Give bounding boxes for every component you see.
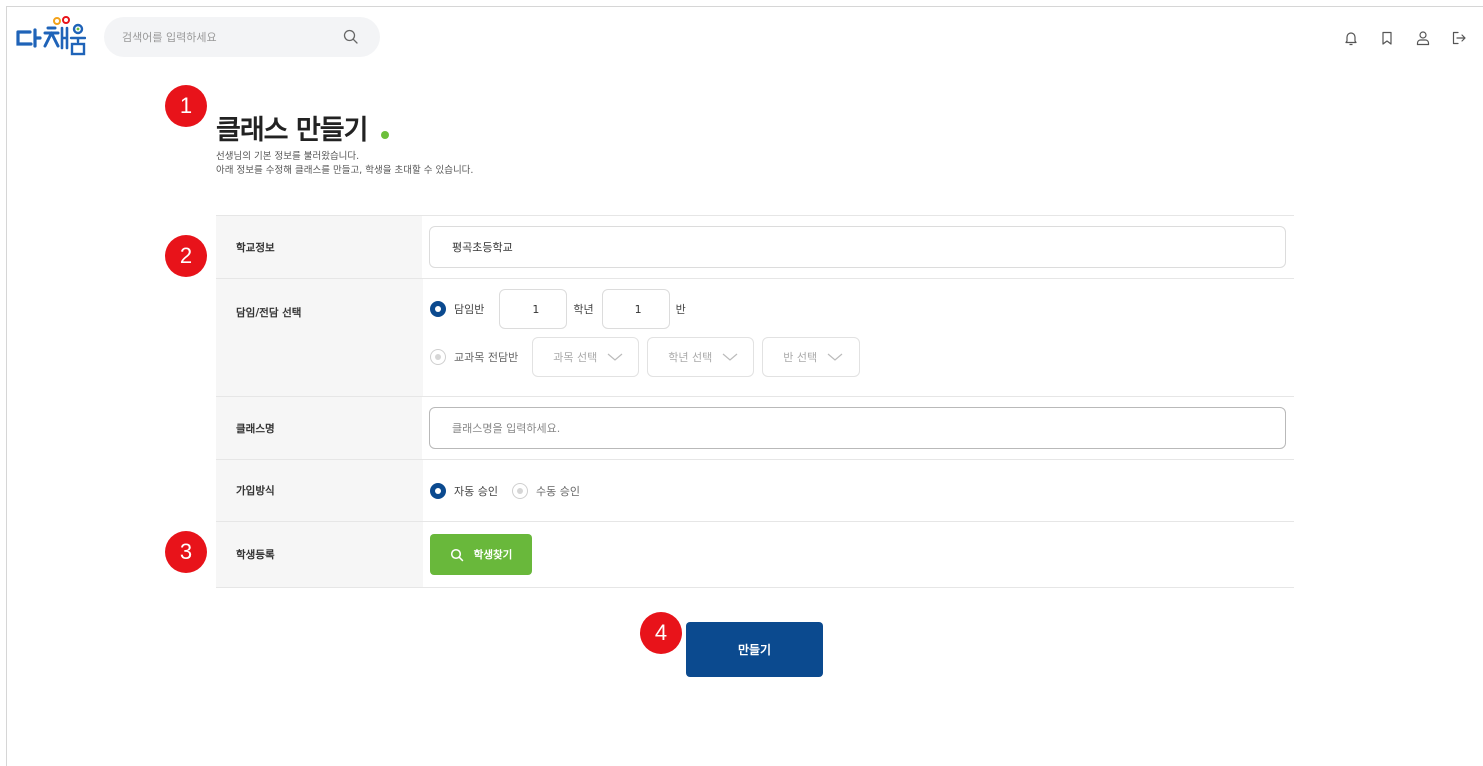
header-actions (1333, 28, 1477, 48)
school-label: 학교정보 (216, 216, 422, 278)
title-dot (381, 131, 389, 139)
class-name-input[interactable] (429, 407, 1286, 449)
join-method-body: 자동 승인 수동 승인 (423, 460, 1294, 521)
page-title: 클래스 만들기 (216, 115, 368, 146)
homeroom-body: 담임반 학년 반 교과목 전담반 과목 선택 학년 선택 반 선택 (423, 279, 1294, 396)
school-body (422, 216, 1294, 278)
chevron-down-icon (827, 353, 843, 361)
subject-select[interactable]: 과목 선택 (532, 337, 640, 377)
student-register-body: 학생찾기 (423, 522, 1294, 587)
homeroom-label: 담임/전담 선택 (216, 279, 423, 396)
student-register-label: 학생등록 (216, 522, 423, 587)
logout-icon[interactable] (1441, 28, 1477, 48)
page-description: 선생님의 기본 정보를 불러왔습니다. 아래 정보를 수정해 클래스를 만들고,… (216, 150, 473, 178)
class-name-row: 클래스명 (216, 397, 1294, 460)
class-unit: 반 (675, 303, 686, 316)
join-method-row: 가입방식 자동 승인 수동 승인 (216, 460, 1294, 522)
join-method-label: 가입방식 (216, 460, 423, 521)
subject-teacher-radio-label: 교과목 전담반 (454, 351, 519, 364)
chevron-down-icon (722, 353, 738, 361)
create-class-button[interactable]: 만들기 (686, 622, 823, 677)
find-students-label: 학생찾기 (473, 549, 513, 561)
step-marker-4: 4 (640, 612, 682, 654)
logo[interactable] (14, 16, 87, 58)
auto-approve-label: 자동 승인 (454, 484, 498, 498)
homeroom-row: 담임/전담 선택 담임반 학년 반 교과목 전담반 과목 선택 학년 선택 (216, 279, 1294, 397)
search-icon (450, 548, 463, 561)
auto-approve-radio[interactable] (430, 482, 446, 499)
class-select[interactable]: 반 선택 (762, 337, 861, 377)
grade-unit: 학년 (573, 303, 594, 316)
homeroom-radio-label: 담임반 (454, 303, 485, 316)
manual-approve-radio[interactable] (511, 482, 528, 499)
bookmark-icon[interactable] (1369, 28, 1405, 48)
grade-select-label: 학년 선택 (668, 351, 713, 364)
bell-icon[interactable] (1333, 28, 1369, 48)
class-name-body (422, 397, 1294, 459)
manual-approve-label: 수동 승인 (535, 484, 580, 498)
chevron-down-icon (607, 353, 623, 361)
school-input[interactable] (429, 226, 1286, 268)
subject-option-row: 교과목 전담반 과목 선택 학년 선택 반 선택 (430, 337, 868, 377)
class-form: 학교정보 담임/전담 선택 담임반 학년 반 교과목 전담반 과목 선택 (216, 215, 1294, 588)
search-icon[interactable] (342, 28, 360, 46)
grade-input[interactable] (499, 289, 568, 329)
find-students-button[interactable]: 학생찾기 (430, 534, 532, 575)
description-line-2: 아래 정보를 수정해 클래스를 만들고, 학생을 초대할 수 있습니다. (216, 165, 474, 176)
subject-teacher-radio[interactable] (430, 349, 446, 365)
homeroom-radio[interactable] (430, 301, 446, 317)
student-register-row: 학생등록 학생찾기 (216, 522, 1294, 588)
school-row: 학교정보 (216, 216, 1294, 279)
user-icon[interactable] (1405, 28, 1441, 48)
homeroom-option-row: 담임반 학년 반 (430, 289, 694, 329)
class-number-input[interactable] (601, 289, 670, 329)
search-bar (104, 17, 380, 57)
subject-select-label: 과목 선택 (553, 351, 598, 364)
join-method-options: 자동 승인 수동 승인 (430, 482, 580, 499)
grade-select[interactable]: 학년 선택 (647, 337, 755, 377)
step-marker-1: 1 (165, 85, 207, 127)
class-name-label: 클래스명 (216, 397, 422, 459)
class-select-label: 반 선택 (783, 351, 818, 364)
step-marker-2: 2 (165, 235, 207, 277)
description-line-1: 선생님의 기본 정보를 불러왔습니다. (216, 151, 360, 162)
step-marker-3: 3 (165, 531, 207, 573)
search-input[interactable] (122, 17, 332, 57)
